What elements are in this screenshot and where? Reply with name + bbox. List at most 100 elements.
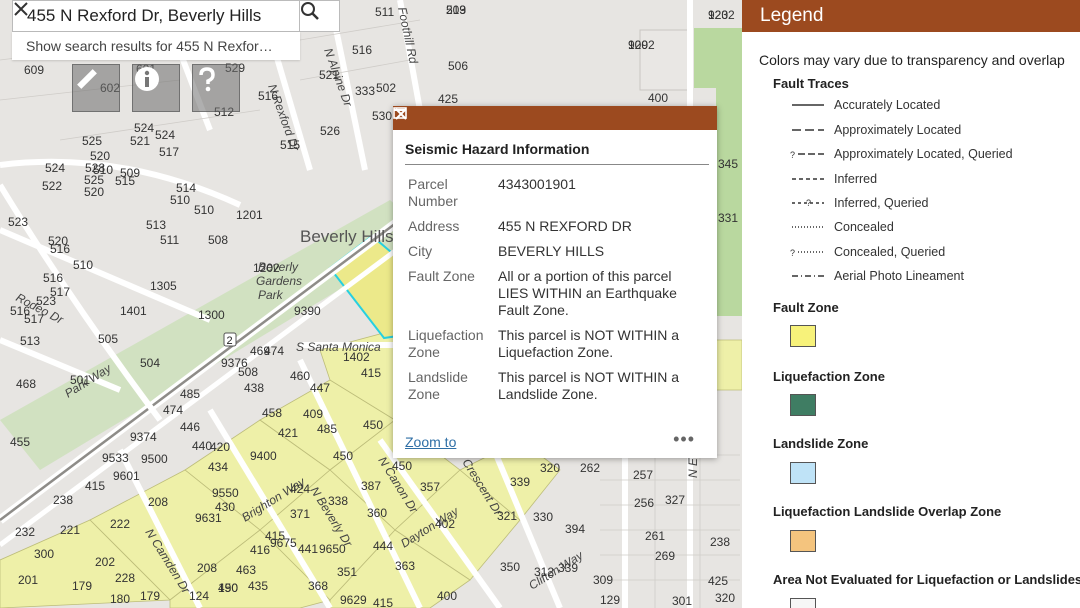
search-suggestion[interactable]: Show search results for 455 N Rexfor… xyxy=(12,32,300,60)
parcel-number-label: 345 xyxy=(718,157,738,171)
parcel-number-label: 510 xyxy=(93,163,113,177)
parcel-number-label: 516 xyxy=(50,242,70,256)
parcel-number-label: 485 xyxy=(180,387,200,401)
parcel-number-label: 9500 xyxy=(141,452,168,466)
dash-dot-line-symbol xyxy=(792,275,824,277)
parcel-number-label: 129 xyxy=(600,593,620,607)
clear-search-button[interactable] xyxy=(14,1,299,31)
parcel-number-label: 309 xyxy=(593,573,613,587)
info-tool-button[interactable] xyxy=(132,64,180,112)
parcel-number-label: 523 xyxy=(8,215,28,229)
parcel-number-label: 208 xyxy=(148,495,168,509)
legend-item-inferred-queried: ? Inferred, Queried xyxy=(790,195,929,211)
popup-label: City xyxy=(408,243,433,259)
legend-note: Colors may vary due to transparency and … xyxy=(759,52,1065,68)
legend-panel: Legend Colors may vary due to transparen… xyxy=(742,0,1080,608)
seismic-hazard-popup: Seismic Hazard Information Parcel Number… xyxy=(393,106,717,458)
parcel-number-label: 9601 xyxy=(113,469,140,483)
park-area xyxy=(694,28,742,88)
legend-heading-liquefaction-zone: Liquefaction Zone xyxy=(773,369,885,384)
parcel-number-label: 300 xyxy=(34,547,54,561)
parcel-number-label: 9675 xyxy=(270,536,297,550)
popup-label: Parcel Number xyxy=(408,176,458,209)
zoom-to-link[interactable]: Zoom to xyxy=(405,434,456,450)
parcel-number-label: 415 xyxy=(373,596,393,608)
liquefaction-zone-swatch xyxy=(790,394,816,416)
legend-label: Concealed xyxy=(834,220,894,234)
popup-row-parcel: Parcel Number 4343001901 xyxy=(408,176,708,210)
parcel-number-label: 415 xyxy=(361,366,381,380)
landslide-zone-swatch xyxy=(790,462,816,484)
parcel-number-label: 209 xyxy=(446,3,466,17)
parcel-number-label: 124 xyxy=(189,589,209,603)
close-icon[interactable] xyxy=(393,106,409,122)
popup-row-city: City BEVERLY HILLS xyxy=(408,243,708,260)
parcel-number-label: 450 xyxy=(333,449,353,463)
parcel-number-label: 394 xyxy=(565,522,585,536)
parcel-number-label: 400 xyxy=(437,589,457,603)
parcel-number-label: 351 xyxy=(337,565,357,579)
search-button[interactable] xyxy=(300,0,340,32)
popup-row-address: Address 455 N REXFORD DR xyxy=(408,218,708,235)
parcel-number-label: 208 xyxy=(197,561,217,575)
more-options-button[interactable]: ••• xyxy=(673,430,695,448)
parcel-number-label: 521 xyxy=(319,68,339,82)
legend-heading-overlap-zone: Liquefaction Landslide Overlap Zone xyxy=(773,504,1002,519)
parcel-number-label: 424 xyxy=(290,482,310,496)
parcel-number-label: 447 xyxy=(310,381,330,395)
legend-item-aerial-lineament: Aerial Photo Lineament xyxy=(790,268,964,284)
parcel-number-label: 333 xyxy=(355,84,375,98)
parcel-number-label: 1401 xyxy=(120,304,147,318)
parcel-number-label: 261 xyxy=(645,529,665,543)
parcel-number-label: 425 xyxy=(438,92,458,106)
search-box xyxy=(12,0,300,32)
parcel-number-label: 524 xyxy=(45,161,65,175)
park-label-2: Gardens xyxy=(256,274,302,288)
search-input[interactable] xyxy=(13,1,273,31)
legend-label: Inferred, Queried xyxy=(834,196,929,210)
parcel-number-label: 321 xyxy=(497,509,517,523)
parcel-number-label: 504 xyxy=(140,356,160,370)
parcel-number-label: 468 xyxy=(16,377,36,391)
short-dash-query-line-symbol: ? xyxy=(792,198,824,208)
popup-value: 455 N REXFORD DR xyxy=(498,218,632,234)
parcel-number-label: 510 xyxy=(73,258,93,272)
popup-value: All or a portion of this parcel LIES WIT… xyxy=(498,268,677,318)
parcel-number-label: 9629 xyxy=(340,593,367,607)
popup-value: BEVERLY HILLS xyxy=(498,243,605,259)
parcel-number-label: 371 xyxy=(290,507,310,521)
parcel-number-label: 120 xyxy=(708,8,728,22)
legend-heading-landslide-zone: Landslide Zone xyxy=(773,436,869,451)
parcel-number-label: 524 xyxy=(155,128,175,142)
parcel-number-label: 441 xyxy=(298,542,318,556)
popup-value: 4343001901 xyxy=(498,176,576,192)
parcel-number-label: 510 xyxy=(194,203,214,217)
parcel-number-label: 9400 xyxy=(250,449,277,463)
help-tool-button[interactable] xyxy=(192,64,240,112)
svg-text:?: ? xyxy=(790,150,795,159)
parcel-number-label: 312 xyxy=(534,565,554,579)
parcel-number-label: 517 xyxy=(50,285,70,299)
parcel-number-label: 320 xyxy=(715,591,735,605)
ruler-icon xyxy=(77,69,97,89)
parcel-number-label: 179 xyxy=(140,589,160,603)
park-area-strip xyxy=(716,86,742,316)
parcel-number-label: 100 xyxy=(628,38,648,52)
parcel-number-label: 434 xyxy=(208,460,228,474)
popup-row-liquefaction: Liquefaction Zone This parcel is NOT WIT… xyxy=(408,327,708,361)
parcel-number-label: 1201 xyxy=(236,208,263,222)
parcel-number-label: 221 xyxy=(60,523,80,537)
legend-item-approx-located: Approximately Located xyxy=(790,122,961,138)
legend-label: Concealed, Queried xyxy=(834,245,946,259)
parcel-number-label: 515 xyxy=(280,138,300,152)
legend-heading-fault-zone: Fault Zone xyxy=(773,300,839,315)
parcel-number-label: 450 xyxy=(363,418,383,432)
parcel-number-label: 409 xyxy=(303,407,323,421)
parcel-number-label: 1402 xyxy=(343,350,370,364)
map-view[interactable]: Rodeo Dr Park Way S Santa Monica N Rexfo… xyxy=(0,0,742,608)
parcel-number-label: 232 xyxy=(15,525,35,539)
parcel-number-label: 387 xyxy=(361,479,381,493)
measure-tool-button[interactable] xyxy=(72,64,120,112)
parcel-number-label: 339 xyxy=(558,561,578,575)
parcel-number-label: 506 xyxy=(448,59,468,73)
